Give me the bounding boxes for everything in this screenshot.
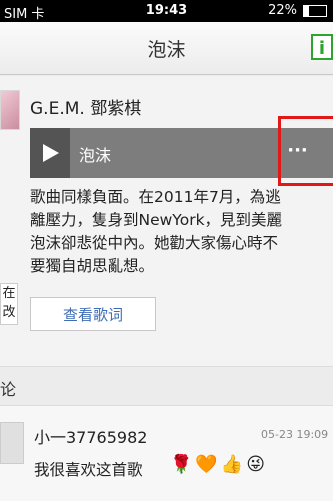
description-line: 離壓力，隻身到NewYork，見到美麗 bbox=[30, 211, 283, 229]
artist-avatar[interactable] bbox=[0, 90, 20, 130]
song-description: 歌曲同樣負面。在2011年7月，為逃 離壓力，隻身到NewYork，見到美麗 泡… bbox=[30, 186, 333, 278]
battery-percent: 22% bbox=[268, 3, 297, 18]
page-title: 泡沫 bbox=[147, 39, 186, 61]
description-line: 歌曲同樣負面。在2011年7月，為逃 bbox=[30, 188, 281, 206]
heart-icon: 🧡 bbox=[195, 454, 218, 475]
song-title: 泡沫 bbox=[79, 146, 112, 165]
description-line: 要獨自胡思亂想。 bbox=[30, 257, 155, 275]
view-lyrics-button[interactable]: 查看歌词 bbox=[30, 297, 156, 331]
side-badge[interactable]: 在 改 bbox=[0, 283, 18, 325]
commenter-avatar[interactable] bbox=[0, 422, 24, 464]
comments-section-label: 论 bbox=[0, 380, 17, 399]
status-bar: SIM 卡 19:43 22% bbox=[0, 0, 333, 22]
commenter-name[interactable]: 小一37765982 bbox=[34, 424, 147, 448]
comment-emojis: 🌹 🧡 👍 😜 bbox=[170, 454, 265, 475]
side-badge-text: 在 改 bbox=[2, 286, 16, 320]
play-icon bbox=[43, 144, 59, 162]
comment-item[interactable]: 小一37765982 05-23 19:09 我很喜欢这首歌 🌹 🧡 👍 😜 bbox=[0, 405, 333, 501]
wink-face-icon: 😜 bbox=[246, 454, 266, 475]
nav-bar: 泡沫 i bbox=[0, 22, 333, 75]
info-icon[interactable]: i bbox=[311, 34, 333, 60]
song-card: G.E.M. 鄧紫棋 泡沫 ··· 歌曲同樣負面。在2011年7月，為逃 離壓力… bbox=[0, 76, 333, 367]
comment-text: 我很喜欢这首歌 bbox=[34, 461, 143, 479]
rose-icon: 🌹 bbox=[170, 454, 193, 475]
status-right: 22% bbox=[268, 3, 327, 18]
battery-fill bbox=[304, 5, 309, 16]
thumbs-up-icon: 👍 bbox=[220, 454, 244, 475]
artist-name: G.E.M. 鄧紫棋 bbox=[30, 99, 142, 119]
description-line: 泡沫卻悲從中內。她勸大家傷心時不 bbox=[30, 234, 279, 252]
play-button[interactable] bbox=[30, 128, 70, 178]
battery-icon bbox=[303, 4, 327, 17]
highlight-box bbox=[278, 116, 333, 186]
comment-time: 05-23 19:09 bbox=[261, 428, 329, 441]
